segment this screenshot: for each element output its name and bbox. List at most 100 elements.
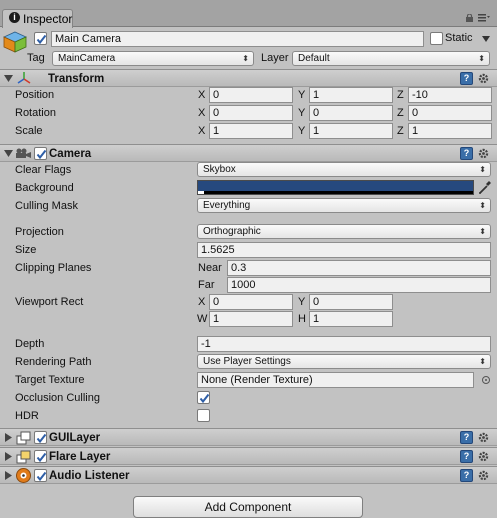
chevron-down-icon[interactable] (482, 36, 490, 42)
viewport-y-field[interactable]: 0 (309, 294, 393, 310)
gear-icon[interactable] (477, 431, 490, 444)
position-x-field[interactable]: 0 (209, 87, 293, 103)
rotation-y-field[interactable]: 0 (309, 105, 393, 121)
audio-listener-enabled-checkbox[interactable] (34, 469, 47, 482)
viewport-h-field[interactable]: 1 (309, 311, 393, 327)
position-label: Position (15, 89, 55, 101)
foldout-expanded-icon[interactable] (4, 74, 13, 83)
static-label: Static (445, 32, 473, 44)
size-label: Size (15, 244, 37, 256)
tab-inspector[interactable]: i Inspector (2, 9, 73, 28)
foldout-collapsed-icon[interactable] (4, 433, 13, 442)
rotation-z-field[interactable]: 0 (408, 105, 492, 121)
tab-label: Inspector (23, 12, 73, 26)
x-label: X (198, 107, 206, 119)
rendering-path-label: Rendering Path (15, 356, 92, 368)
scale-y-field[interactable]: 1 (309, 123, 393, 139)
gear-icon[interactable] (477, 450, 490, 463)
vp-h-label: H (298, 313, 306, 325)
flare-layer-header[interactable]: Flare Layer ? (0, 447, 497, 465)
y-label: Y (298, 89, 306, 101)
culling-mask-dropdown[interactable]: Everything ⬍ (197, 198, 491, 213)
position-z-field[interactable]: -10 (408, 87, 492, 103)
add-component-button[interactable]: Add Component (133, 496, 363, 518)
help-icon[interactable]: ? (460, 469, 473, 482)
menu-icon[interactable] (478, 14, 490, 22)
camera-title: Camera (49, 148, 92, 160)
foldout-collapsed-icon[interactable] (4, 471, 13, 480)
transform-axes-icon (17, 72, 31, 84)
size-field[interactable]: 1.5625 (197, 242, 491, 258)
gear-icon[interactable] (477, 72, 490, 85)
x-label: X (198, 125, 206, 137)
camera-header[interactable]: Camera ? (0, 144, 497, 162)
scale-x-field[interactable]: 1 (209, 123, 293, 139)
scale-z-field[interactable]: 1 (408, 123, 492, 139)
gameobject-name-input[interactable]: Main Camera (51, 31, 424, 47)
projection-dropdown[interactable]: Orthographic ⬍ (197, 224, 491, 239)
hdr-checkbox[interactable] (197, 409, 210, 422)
layer-value: Default (298, 53, 330, 64)
background-color-swatch[interactable] (197, 180, 474, 195)
gear-icon[interactable] (477, 469, 490, 482)
guilayer-enabled-checkbox[interactable] (34, 431, 47, 444)
far-label: Far (198, 279, 215, 291)
eyedropper-icon[interactable] (478, 180, 492, 195)
guilayer-header[interactable]: GUILayer ? (0, 428, 497, 446)
transform-header[interactable]: Transform ? (0, 69, 497, 87)
culling-mask-label: Culling Mask (15, 200, 78, 212)
help-icon[interactable]: ? (460, 147, 473, 160)
dropdown-arrows-icon: ⬍ (479, 201, 486, 210)
help-icon[interactable]: ? (460, 72, 473, 85)
viewport-rect-label: Viewport Rect (15, 296, 84, 308)
occlusion-culling-checkbox[interactable] (197, 391, 210, 404)
projection-value: Orthographic (203, 226, 261, 237)
clear-flags-value: Skybox (203, 164, 236, 175)
background-label: Background (15, 182, 74, 194)
gear-icon[interactable] (477, 147, 490, 160)
dropdown-arrows-icon: ⬍ (478, 54, 485, 63)
flare-layer-title: Flare Layer (49, 451, 111, 463)
dropdown-arrows-icon: ⬍ (479, 165, 486, 174)
lock-icon[interactable] (465, 14, 474, 22)
foldout-collapsed-icon[interactable] (4, 452, 13, 461)
camera-enabled-checkbox[interactable] (34, 147, 47, 160)
depth-label: Depth (15, 338, 45, 350)
near-field[interactable]: 0.3 (227, 260, 491, 276)
audio-listener-header[interactable]: Audio Listener ? (0, 466, 497, 484)
hdr-label: HDR (15, 410, 39, 422)
static-checkbox[interactable] (430, 32, 443, 45)
clear-flags-dropdown[interactable]: Skybox ⬍ (197, 162, 491, 177)
vp-x-label: X (198, 296, 206, 308)
projection-label: Projection (15, 226, 64, 238)
flare-layer-icon (16, 450, 31, 464)
rotation-x-field[interactable]: 0 (209, 105, 293, 121)
clipping-planes-label: Clipping Planes (15, 262, 92, 274)
rendering-path-dropdown[interactable]: Use Player Settings ⬍ (197, 354, 491, 369)
audio-listener-icon (16, 468, 31, 483)
object-picker-icon[interactable] (482, 376, 490, 384)
viewport-x-field[interactable]: 0 (209, 294, 293, 310)
clear-flags-label: Clear Flags (15, 164, 72, 176)
transform-title: Transform (48, 73, 105, 85)
target-texture-field[interactable]: None (Render Texture) (197, 372, 474, 388)
flare-layer-enabled-checkbox[interactable] (34, 450, 47, 463)
vp-w-label: W (197, 313, 208, 325)
layer-dropdown[interactable]: Default ⬍ (292, 51, 490, 66)
active-checkbox[interactable] (34, 32, 47, 45)
layer-label: Layer (261, 52, 289, 64)
rendering-path-value: Use Player Settings (203, 356, 291, 367)
foldout-expanded-icon[interactable] (4, 149, 13, 158)
guilayer-icon (16, 431, 31, 445)
help-icon[interactable]: ? (460, 431, 473, 444)
help-icon[interactable]: ? (460, 450, 473, 463)
tag-dropdown[interactable]: MainCamera ⬍ (52, 51, 254, 66)
position-y-field[interactable]: 1 (309, 87, 393, 103)
viewport-w-field[interactable]: 1 (209, 311, 293, 327)
tag-label: Tag (27, 52, 45, 64)
far-field[interactable]: 1000 (227, 277, 491, 293)
alpha-bar (198, 191, 473, 194)
vp-y-label: Y (298, 296, 306, 308)
depth-field[interactable]: -1 (197, 336, 491, 352)
guilayer-title: GUILayer (49, 432, 101, 444)
